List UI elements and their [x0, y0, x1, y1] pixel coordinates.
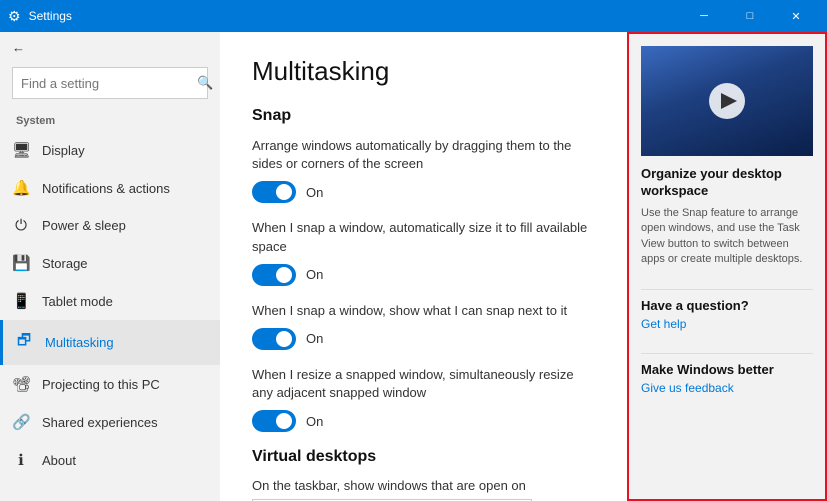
sidebar-item-about[interactable]: ℹ About	[0, 441, 220, 479]
close-button[interactable]: ✕	[773, 0, 819, 32]
power-icon: ⏻	[12, 217, 30, 234]
minimize-button[interactable]: ─	[681, 0, 727, 32]
sidebar-section-label: System	[0, 111, 220, 131]
play-icon	[721, 93, 737, 109]
sidebar-item-label: Projecting to this PC	[42, 377, 160, 392]
nav-back-button[interactable]: ←	[0, 32, 220, 63]
snap-resize-row: When I resize a snapped window, simultan…	[252, 366, 595, 432]
sidebar-item-storage[interactable]: 💾 Storage	[0, 244, 220, 282]
app-body: ← 🔍 System 🖥 Display 🔔 Notifications & a…	[0, 32, 827, 501]
main-content: Multitasking Snap Arrange windows automa…	[220, 32, 627, 501]
taskbar-windows-label: On the taskbar, show windows that are op…	[252, 478, 595, 493]
sidebar-item-label: About	[42, 453, 76, 468]
panel-divider-1	[641, 289, 813, 290]
taskbar-windows-row: On the taskbar, show windows that are op…	[252, 478, 595, 501]
snap-toggle[interactable]	[252, 181, 296, 203]
virtual-desktops-title: Virtual desktops	[252, 448, 595, 466]
snap-section: Snap Arrange windows automatically by dr…	[252, 107, 595, 432]
snap-resize-toggle-label: On	[306, 414, 323, 429]
search-icon: 🔍	[197, 75, 213, 91]
snap-show-toggle[interactable]	[252, 328, 296, 350]
snap-toggle-label: On	[306, 185, 323, 200]
sidebar-item-label: Notifications & actions	[42, 181, 170, 196]
snap-title: Snap	[252, 107, 595, 125]
settings-icon: ⚙	[8, 8, 21, 25]
storage-icon: 💾	[12, 254, 30, 272]
sidebar-item-label: Storage	[42, 256, 88, 271]
panel-feedback-title: Make Windows better	[641, 362, 813, 377]
sidebar-item-label: Shared experiences	[42, 415, 158, 430]
projecting-icon: 📽	[12, 375, 30, 393]
search-input[interactable]	[21, 76, 197, 91]
about-icon: ℹ	[12, 451, 30, 469]
shared-icon: 🔗	[12, 413, 30, 431]
display-icon: 🖥	[12, 141, 30, 159]
video-thumbnail[interactable]	[641, 46, 813, 156]
sidebar-item-multitasking[interactable]: 🗗 Multitasking	[0, 320, 220, 365]
sidebar-item-projecting[interactable]: 📽 Projecting to this PC	[0, 365, 220, 403]
virtual-desktops-section: Virtual desktops On the taskbar, show wi…	[252, 448, 595, 501]
snap-fill-row: When I snap a window, automatically size…	[252, 219, 595, 285]
sidebar-item-label: Power & sleep	[42, 218, 126, 233]
sidebar-item-label: Display	[42, 143, 85, 158]
snap-fill-toggle-label: On	[306, 267, 323, 282]
tablet-icon: 📱	[12, 292, 30, 310]
snap-show-toggle-label: On	[306, 331, 323, 346]
page-title: Multitasking	[252, 56, 595, 87]
get-help-link[interactable]: Get help	[641, 317, 813, 331]
restore-button[interactable]: □	[727, 0, 773, 32]
panel-organize-title: Organize your desktop workspace	[641, 166, 813, 200]
panel-help-title: Have a question?	[641, 298, 813, 313]
snap-show-description: When I snap a window, show what I can sn…	[252, 302, 595, 320]
sidebar-item-shared[interactable]: 🔗 Shared experiences	[0, 403, 220, 441]
window-controls: ─ □ ✕	[681, 0, 819, 32]
snap-description: Arrange windows automatically by draggin…	[252, 137, 595, 173]
sidebar-item-label: Tablet mode	[42, 294, 113, 309]
snap-resize-toggle-row: On	[252, 410, 595, 432]
search-box[interactable]: 🔍	[12, 67, 208, 99]
panel-organize-description: Use the Snap feature to arrange open win…	[641, 206, 813, 268]
snap-toggle-row: On	[252, 181, 595, 203]
notifications-icon: 🔔	[12, 179, 30, 197]
snap-fill-toggle-row: On	[252, 264, 595, 286]
right-panel: Organize your desktop workspace Use the …	[627, 32, 827, 501]
snap-fill-description: When I snap a window, automatically size…	[252, 219, 595, 255]
snap-resize-toggle[interactable]	[252, 410, 296, 432]
sidebar-item-tablet[interactable]: 📱 Tablet mode	[0, 282, 220, 320]
panel-divider-2	[641, 353, 813, 354]
snap-fill-toggle[interactable]	[252, 264, 296, 286]
multitasking-icon: 🗗	[15, 330, 33, 355]
sidebar: ← 🔍 System 🖥 Display 🔔 Notifications & a…	[0, 32, 220, 501]
sidebar-item-notifications[interactable]: 🔔 Notifications & actions	[0, 169, 220, 207]
sidebar-item-label: Multitasking	[45, 335, 114, 350]
sidebar-item-power[interactable]: ⏻ Power & sleep	[0, 207, 220, 244]
title-bar: ⚙ Settings ─ □ ✕	[0, 0, 827, 32]
title-bar-title: Settings	[29, 9, 681, 23]
snap-resize-description: When I resize a snapped window, simultan…	[252, 366, 595, 402]
play-button[interactable]	[709, 83, 745, 119]
snap-show-row: When I snap a window, show what I can sn…	[252, 302, 595, 350]
snap-show-toggle-row: On	[252, 328, 595, 350]
sidebar-item-display[interactable]: 🖥 Display	[0, 131, 220, 169]
give-feedback-link[interactable]: Give us feedback	[641, 381, 813, 395]
video-preview	[641, 46, 813, 156]
back-icon: ←	[12, 40, 25, 55]
